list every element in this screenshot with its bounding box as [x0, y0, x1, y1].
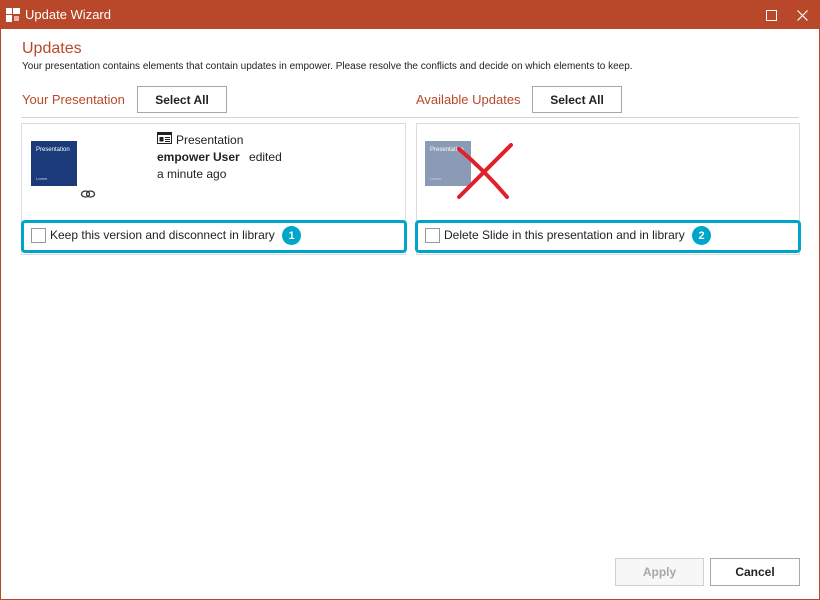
edit-time: a minute ago [157, 167, 227, 181]
slide-thumbnail[interactable]: Presentation Lorem [31, 141, 77, 186]
header-divider [21, 117, 799, 118]
editor-name: empower User [157, 150, 240, 164]
page-title: Updates [22, 40, 82, 57]
cancel-button[interactable]: Cancel [710, 558, 800, 586]
maximize-icon[interactable] [756, 1, 786, 29]
element-type: Presentation [157, 132, 243, 147]
step-badge-2: 2 [692, 226, 711, 245]
thumbnail-subtitle: Lorem [36, 176, 48, 181]
edit-action: edited [249, 150, 282, 164]
element-type-label: Presentation [176, 132, 244, 147]
delete-x-icon [455, 143, 513, 201]
app-logo-icon [5, 7, 21, 23]
page-subtitle: Your presentation contains elements that… [22, 61, 633, 72]
keep-version-label: Keep this version and disconnect in libr… [50, 228, 275, 242]
keep-version-option[interactable]: Keep this version and disconnect in libr… [21, 220, 407, 253]
delete-slide-checkbox[interactable] [425, 228, 440, 243]
step-badge-1: 1 [282, 226, 301, 245]
your-presentation-label: Your Presentation [22, 92, 125, 107]
keep-version-checkbox[interactable] [31, 228, 46, 243]
thumbnail-title: Presentation [36, 147, 70, 153]
update-wizard-window: Update Wizard Updates Your presentation … [0, 0, 820, 600]
link-icon [80, 187, 96, 199]
delete-slide-label: Delete Slide in this presentation and in… [444, 228, 685, 242]
apply-button[interactable]: Apply [615, 558, 704, 586]
delete-slide-option[interactable]: Delete Slide in this presentation and in… [415, 220, 801, 253]
thumbnail-subtitle: Lorem [430, 176, 442, 181]
select-all-left-button[interactable]: Select All [137, 86, 227, 113]
close-icon[interactable] [787, 1, 817, 29]
window-title: Update Wizard [25, 7, 111, 22]
presentation-icon [157, 132, 172, 147]
available-updates-label: Available Updates [416, 92, 521, 107]
select-all-right-button[interactable]: Select All [532, 86, 622, 113]
edit-info: empower User edited [157, 150, 282, 164]
title-bar: Update Wizard [1, 1, 819, 29]
